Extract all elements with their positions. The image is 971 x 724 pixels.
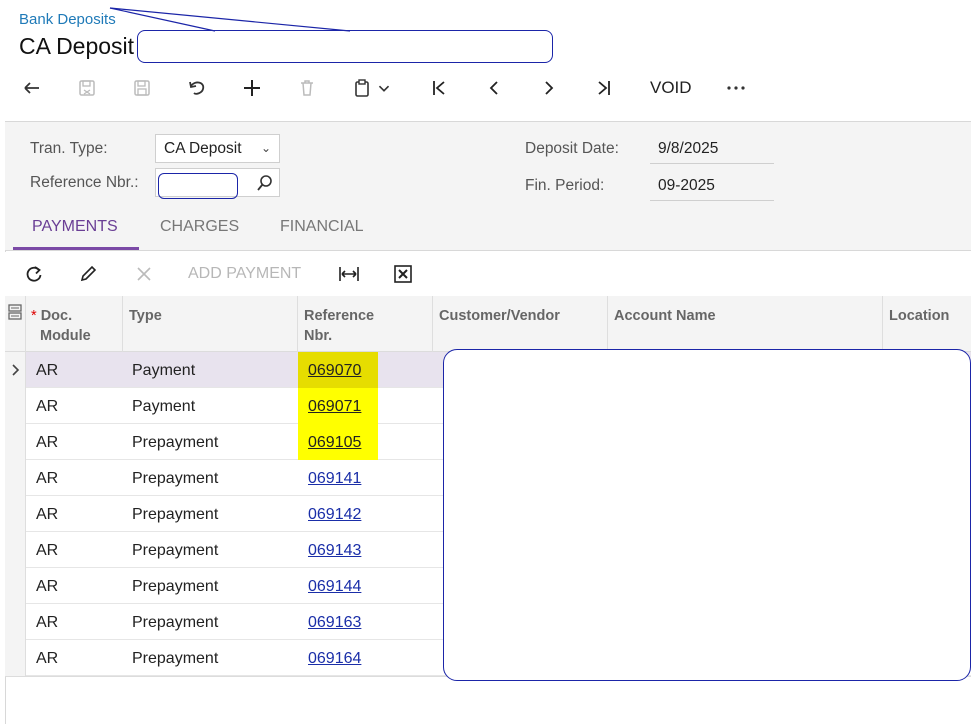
page-title: CA Deposit (19, 33, 135, 59)
excel-icon[interactable] (391, 262, 415, 286)
redaction-box (158, 173, 238, 199)
cell-type[interactable]: Payment (132, 352, 195, 388)
column-settings-icon[interactable] (5, 296, 26, 352)
cell-type[interactable]: Prepayment (132, 532, 218, 568)
tran-type-value: CA Deposit (164, 140, 242, 157)
cell-doc-module[interactable]: AR (36, 388, 58, 424)
cell-reference-nbr: 069144 (298, 568, 378, 604)
last-record-icon[interactable] (586, 70, 622, 106)
refresh-icon[interactable] (22, 262, 46, 286)
back-icon[interactable] (14, 70, 50, 106)
row-indicator[interactable] (5, 604, 26, 640)
cell-doc-module[interactable]: AR (36, 496, 58, 532)
reference-nbr-link[interactable]: 069163 (308, 614, 361, 631)
reference-nbr-link[interactable]: 069141 (308, 470, 361, 487)
reference-nbr-link[interactable]: 069142 (308, 506, 361, 523)
delete-icon[interactable] (289, 70, 325, 106)
main-toolbar: VOID (0, 70, 971, 106)
grid-toolbar: ADD PAYMENT (5, 252, 971, 296)
row-indicator[interactable] (5, 532, 26, 568)
cell-reference-nbr: 069071 (298, 388, 378, 424)
reference-nbr-link[interactable]: 069144 (308, 578, 361, 595)
cell-doc-module[interactable]: AR (36, 424, 58, 460)
row-indicator[interactable] (5, 640, 26, 676)
cell-reference-nbr: 069142 (298, 496, 378, 532)
cell-type[interactable]: Prepayment (132, 604, 218, 640)
cell-reference-nbr: 069163 (298, 604, 378, 640)
cell-doc-module[interactable]: AR (36, 640, 58, 676)
cell-doc-module[interactable]: AR (36, 352, 58, 388)
fin-period-value[interactable]: 09-2025 (658, 177, 715, 195)
cell-type[interactable]: Prepayment (132, 640, 218, 676)
redaction-box (137, 30, 553, 63)
reference-nbr-link[interactable]: 069070 (308, 362, 361, 379)
save-icon[interactable] (124, 70, 160, 106)
row-indicator[interactable] (5, 388, 26, 424)
previous-record-icon[interactable] (476, 70, 512, 106)
row-indicator[interactable] (5, 352, 26, 388)
grid-header: * Doc. Module Type Reference Nbr. Custom… (5, 296, 971, 352)
column-customer-vendor[interactable]: Customer/Vendor (433, 296, 608, 352)
cell-type[interactable]: Payment (132, 388, 195, 424)
undo-icon[interactable] (179, 70, 215, 106)
redaction-box (443, 349, 971, 681)
tran-type-label: Tran. Type: (30, 140, 108, 157)
cell-type[interactable]: Prepayment (132, 424, 218, 460)
column-account-name[interactable]: Account Name (608, 296, 883, 352)
cell-type[interactable]: Prepayment (132, 496, 218, 532)
column-type[interactable]: Type (123, 296, 298, 352)
save-close-icon[interactable] (69, 70, 105, 106)
row-indicator[interactable] (5, 568, 26, 604)
reference-nbr-link[interactable]: 069071 (308, 398, 361, 415)
edit-icon[interactable] (76, 262, 100, 286)
row-indicator[interactable] (5, 424, 26, 460)
first-record-icon[interactable] (421, 70, 457, 106)
cell-doc-module[interactable]: AR (36, 532, 58, 568)
column-reference-nbr[interactable]: Reference Nbr. (298, 296, 433, 352)
add-payment-button[interactable]: ADD PAYMENT (188, 265, 301, 283)
more-icon[interactable] (718, 70, 754, 106)
deposit-date-label: Deposit Date: (525, 140, 619, 157)
next-record-icon[interactable] (531, 70, 567, 106)
void-button[interactable]: VOID (650, 78, 692, 98)
cell-reference-nbr: 069164 (298, 640, 378, 676)
add-icon[interactable] (234, 70, 270, 106)
column-doc-module[interactable]: * Doc. Module (26, 296, 123, 352)
row-indicator[interactable] (5, 496, 26, 532)
reference-nbr-link[interactable]: 069143 (308, 542, 361, 559)
tab-payments[interactable]: PAYMENTS (32, 218, 118, 236)
reference-nbr-link[interactable]: 069164 (308, 650, 361, 667)
active-tab-indicator (13, 247, 139, 250)
tran-type-select[interactable]: CA Deposit ⌄ (155, 134, 280, 163)
reference-nbr-label: Reference Nbr.: (30, 174, 139, 191)
cell-reference-nbr: 069105 (298, 424, 378, 460)
column-location[interactable]: Location (883, 296, 971, 352)
delete-row-icon[interactable] (132, 262, 156, 286)
breadcrumb[interactable]: Bank Deposits (19, 11, 116, 28)
chevron-down-icon[interactable] (374, 70, 394, 106)
fit-columns-icon[interactable] (337, 262, 361, 286)
cell-doc-module[interactable]: AR (36, 568, 58, 604)
cell-reference-nbr: 069143 (298, 532, 378, 568)
chevron-down-icon: ⌄ (260, 141, 271, 155)
cell-doc-module[interactable]: AR (36, 460, 58, 496)
cell-reference-nbr: 069141 (298, 460, 378, 496)
search-icon[interactable] (256, 174, 274, 197)
row-indicator[interactable] (5, 460, 26, 496)
reference-nbr-input[interactable] (155, 168, 280, 199)
chevron-right-icon (12, 364, 20, 376)
tab-bar: PAYMENTS CHARGES FINANCIAL (5, 213, 971, 251)
tab-charges[interactable]: CHARGES (160, 218, 239, 236)
deposit-date-value[interactable]: 9/8/2025 (658, 140, 718, 158)
reference-nbr-link[interactable]: 069105 (308, 434, 361, 451)
cell-type[interactable]: Prepayment (132, 460, 218, 496)
cell-type[interactable]: Prepayment (132, 568, 218, 604)
cell-reference-nbr: 069070 (298, 352, 378, 388)
tab-financial[interactable]: FINANCIAL (280, 218, 364, 236)
cell-doc-module[interactable]: AR (36, 604, 58, 640)
fin-period-label: Fin. Period: (525, 177, 605, 194)
